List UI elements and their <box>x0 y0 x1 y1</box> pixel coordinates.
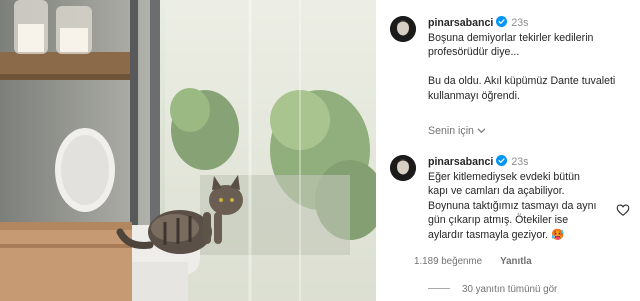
timestamp: 23s <box>511 17 529 29</box>
like-count[interactable]: 1.189 beğenme <box>414 256 482 267</box>
divider-line <box>428 288 450 289</box>
view-replies-button[interactable]: 30 yanıtın tümünü gör <box>428 284 557 295</box>
username[interactable]: pinarsabanci <box>428 17 493 29</box>
caption-text: Boşuna demiyorlar tekirler kedilerin pro… <box>428 31 616 102</box>
avatar[interactable] <box>390 155 416 181</box>
see-translation-button[interactable]: Senin için <box>428 125 486 137</box>
reply-button[interactable]: Yanıtla <box>500 256 532 267</box>
heart-icon[interactable] <box>616 203 630 217</box>
verified-badge-icon <box>496 155 508 166</box>
view-replies-label: 30 yanıtın tümünü gör <box>462 284 558 295</box>
avatar[interactable] <box>390 16 416 42</box>
comment-text: Eğer kitlemediysek evdeki bütün kapı ve … <box>428 170 597 241</box>
timestamp: 23s <box>511 156 529 168</box>
verified-badge-icon <box>496 16 508 27</box>
chevron-down-icon <box>477 126 486 135</box>
see-translation-label: Senin için <box>428 125 474 137</box>
photo-scene <box>0 0 376 301</box>
post-photo <box>0 0 376 301</box>
username[interactable]: pinarsabanci <box>428 156 493 168</box>
comment-meta: 1.189 beğenme Yanıtla <box>414 256 550 267</box>
comments-pane: pinarsabanci 23s Boşuna demiyorlar tekirl… <box>376 0 640 301</box>
